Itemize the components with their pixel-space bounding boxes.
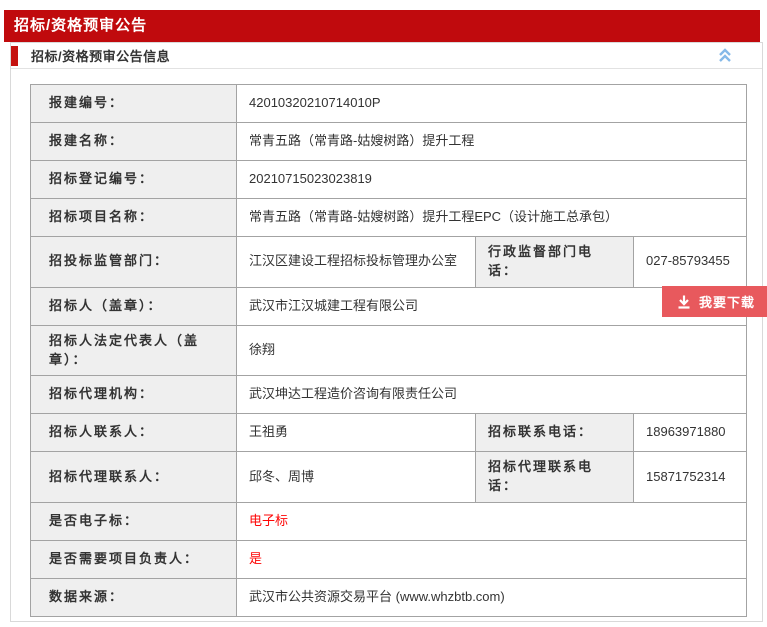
table-row: 是否电子标： 电子标: [31, 503, 747, 541]
download-icon: [676, 294, 692, 310]
table-row: 招投标监管部门： 江汉区建设工程招标投标管理办公室 行政监督部门电话： 027-…: [31, 237, 747, 288]
field-value: 15871752314: [634, 452, 747, 503]
field-label: 招标联系电话：: [476, 414, 634, 452]
table-row: 招标代理联系人： 邱冬、周博 招标代理联系电话： 15871752314: [31, 452, 747, 503]
field-label: 招标登记编号：: [31, 161, 237, 199]
field-value: 常青五路（常青路-姑嫂树路）提升工程EPC（设计施工总承包）: [237, 199, 747, 237]
table-row: 招标代理机构： 武汉坤达工程造价咨询有限责任公司: [31, 376, 747, 414]
field-value: 常青五路（常青路-姑嫂树路）提升工程: [237, 123, 747, 161]
field-value: 江汉区建设工程招标投标管理办公室: [237, 237, 476, 288]
table-row: 是否需要项目负责人： 是: [31, 541, 747, 579]
announcement-info-table: 报建编号： 42010320210714010P 报建名称： 常青五路（常青路-…: [30, 84, 747, 617]
download-button-label: 我要下载: [699, 292, 755, 311]
field-label: 行政监督部门电话：: [476, 237, 634, 288]
collapse-chevron-double-up-icon[interactable]: [716, 46, 734, 69]
table-row: 招标登记编号： 20210715023023819: [31, 161, 747, 199]
table-row: 招标人联系人： 王祖勇 招标联系电话： 18963971880: [31, 414, 747, 452]
table-row: 报建名称： 常青五路（常青路-姑嫂树路）提升工程: [31, 123, 747, 161]
field-value: 邱冬、周博: [237, 452, 476, 503]
field-value-highlight: 电子标: [237, 503, 747, 541]
field-label: 报建编号：: [31, 85, 237, 123]
field-value: 武汉市公共资源交易平台 (www.whzbtb.com): [237, 579, 747, 617]
field-label: 招标人法定代表人（盖章）：: [31, 325, 237, 376]
field-label: 数据来源：: [31, 579, 237, 617]
table-row: 招标项目名称： 常青五路（常青路-姑嫂树路）提升工程EPC（设计施工总承包）: [31, 199, 747, 237]
field-label: 招标代理联系电话：: [476, 452, 634, 503]
field-label: 招标项目名称：: [31, 199, 237, 237]
field-value: 20210715023023819: [237, 161, 747, 199]
field-value: 18963971880: [634, 414, 747, 452]
table-row: 招标人法定代表人（盖章）： 徐翔: [31, 325, 747, 376]
section-title: 招标/资格预审公告信息: [31, 46, 170, 65]
tender-announcement-page: 招标/资格预审公告 招标/资格预审公告信息 报建编号： 420103202107…: [0, 0, 767, 627]
field-label: 招标人（盖章）：: [31, 287, 237, 325]
table-row: 报建编号： 42010320210714010P: [31, 85, 747, 123]
field-label: 招标代理联系人：: [31, 452, 237, 503]
table-row: 招标人（盖章）： 武汉市江汉城建工程有限公司: [31, 287, 747, 325]
field-label: 报建名称：: [31, 123, 237, 161]
accent-bar: [11, 46, 18, 66]
field-label: 是否电子标：: [31, 503, 237, 541]
download-button[interactable]: 我要下载: [662, 286, 767, 317]
field-value: 027-85793455: [634, 237, 747, 288]
section-header: 招标/资格预审公告信息: [11, 43, 762, 69]
page-title: 招标/资格预审公告: [4, 10, 760, 42]
field-label: 是否需要项目负责人：: [31, 541, 237, 579]
field-label: 招投标监管部门：: [31, 237, 237, 288]
field-value: 42010320210714010P: [237, 85, 747, 123]
field-label: 招标人联系人：: [31, 414, 237, 452]
announcement-panel: 招标/资格预审公告信息 报建编号： 42010320210714010P 报建名…: [10, 42, 763, 622]
field-value: 武汉坤达工程造价咨询有限责任公司: [237, 376, 747, 414]
table-row: 数据来源： 武汉市公共资源交易平台 (www.whzbtb.com): [31, 579, 747, 617]
field-label: 招标代理机构：: [31, 376, 237, 414]
field-value-highlight: 是: [237, 541, 747, 579]
field-value: 王祖勇: [237, 414, 476, 452]
field-value: 徐翔: [237, 325, 747, 376]
